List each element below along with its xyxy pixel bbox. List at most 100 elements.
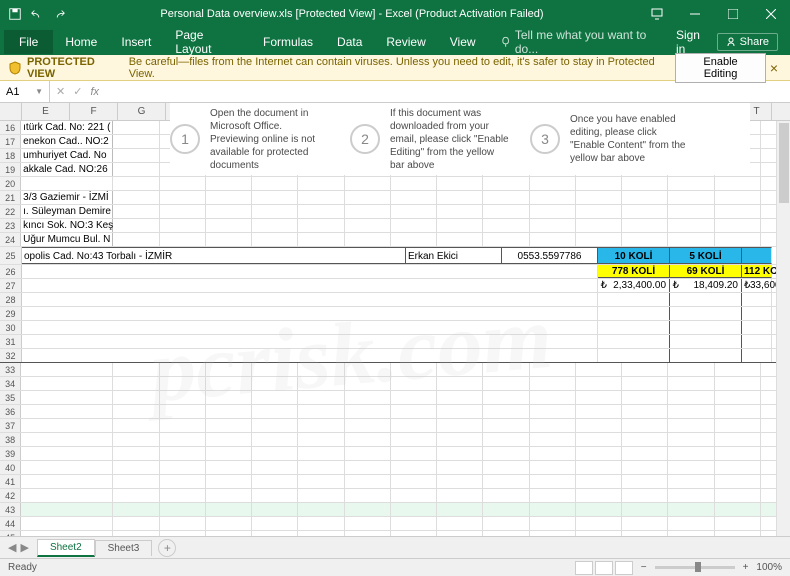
cell[interactable] bbox=[252, 363, 298, 376]
cell[interactable] bbox=[21, 517, 113, 530]
cell[interactable] bbox=[206, 377, 252, 390]
sheet-tab-2[interactable]: Sheet2 bbox=[37, 539, 95, 557]
cell[interactable] bbox=[391, 363, 437, 376]
cell[interactable] bbox=[21, 447, 113, 460]
cell[interactable] bbox=[252, 219, 298, 232]
cell[interactable] bbox=[345, 205, 391, 218]
tab-view[interactable]: View bbox=[438, 30, 488, 54]
cell[interactable] bbox=[622, 447, 668, 460]
cell[interactable]: ₺ bbox=[670, 279, 682, 292]
cell[interactable] bbox=[530, 205, 576, 218]
cell[interactable] bbox=[345, 489, 391, 502]
cell[interactable] bbox=[483, 391, 529, 404]
cell[interactable] bbox=[670, 293, 742, 306]
cell[interactable] bbox=[21, 405, 113, 418]
cell[interactable] bbox=[742, 307, 772, 320]
cell[interactable] bbox=[113, 121, 159, 134]
cell[interactable] bbox=[113, 405, 159, 418]
cell[interactable] bbox=[742, 321, 772, 334]
row-header[interactable]: 25 bbox=[0, 247, 22, 264]
cell[interactable] bbox=[113, 517, 159, 530]
row-header[interactable]: 24 bbox=[0, 233, 21, 246]
cell[interactable] bbox=[668, 433, 714, 446]
col-header[interactable]: F bbox=[70, 103, 118, 120]
cell[interactable] bbox=[160, 517, 206, 530]
cell[interactable] bbox=[483, 177, 529, 190]
cell[interactable] bbox=[113, 377, 159, 390]
cell[interactable] bbox=[345, 177, 391, 190]
cell[interactable] bbox=[622, 377, 668, 390]
cell[interactable] bbox=[715, 517, 761, 530]
cell[interactable] bbox=[715, 219, 761, 232]
cell[interactable] bbox=[715, 447, 761, 460]
cell[interactable] bbox=[437, 191, 483, 204]
cell[interactable] bbox=[715, 191, 761, 204]
cell[interactable] bbox=[160, 475, 206, 488]
cell[interactable] bbox=[252, 419, 298, 432]
cell[interactable] bbox=[483, 489, 529, 502]
cell[interactable] bbox=[21, 377, 113, 390]
cell[interactable] bbox=[345, 377, 391, 390]
cell[interactable] bbox=[113, 219, 159, 232]
cell[interactable] bbox=[530, 433, 576, 446]
cell[interactable] bbox=[21, 489, 113, 502]
cell[interactable] bbox=[21, 503, 113, 516]
row-header[interactable]: 23 bbox=[0, 219, 21, 232]
cell[interactable] bbox=[391, 233, 437, 246]
cell[interactable] bbox=[668, 475, 714, 488]
cell[interactable] bbox=[668, 363, 714, 376]
row-header[interactable]: 38 bbox=[0, 433, 21, 446]
cell[interactable] bbox=[206, 233, 252, 246]
row-header[interactable]: 41 bbox=[0, 475, 21, 488]
cell[interactable] bbox=[160, 219, 206, 232]
cell[interactable] bbox=[437, 377, 483, 390]
cell[interactable] bbox=[742, 293, 772, 306]
cell[interactable] bbox=[21, 363, 113, 376]
cell[interactable] bbox=[22, 279, 598, 292]
tab-insert[interactable]: Insert bbox=[109, 30, 163, 54]
cell[interactable]: enekon Cad.. NO:2 bbox=[21, 135, 113, 148]
row-header[interactable]: 17 bbox=[0, 135, 21, 148]
zoom-out-icon[interactable]: − bbox=[641, 562, 647, 573]
tab-nav[interactable]: ◀ ▶ bbox=[0, 541, 37, 554]
cell[interactable] bbox=[437, 177, 483, 190]
cell[interactable]: 18,409.20 bbox=[682, 279, 742, 292]
row-header[interactable]: 31 bbox=[0, 335, 22, 348]
cell[interactable] bbox=[622, 517, 668, 530]
add-sheet-button[interactable]: + bbox=[158, 539, 176, 557]
cell[interactable] bbox=[345, 363, 391, 376]
cell[interactable] bbox=[298, 461, 344, 474]
cell[interactable] bbox=[391, 377, 437, 390]
cell[interactable] bbox=[298, 177, 344, 190]
cell[interactable] bbox=[483, 517, 529, 530]
cell[interactable] bbox=[483, 233, 529, 246]
cell[interactable] bbox=[160, 419, 206, 432]
cell[interactable] bbox=[483, 433, 529, 446]
cell[interactable] bbox=[530, 233, 576, 246]
cell[interactable] bbox=[668, 377, 714, 390]
cell[interactable] bbox=[160, 363, 206, 376]
row-header[interactable]: 21 bbox=[0, 191, 21, 204]
row-header[interactable]: 18 bbox=[0, 149, 21, 162]
cell[interactable] bbox=[22, 321, 598, 334]
cell[interactable] bbox=[345, 405, 391, 418]
cell[interactable] bbox=[483, 205, 529, 218]
cell[interactable] bbox=[715, 377, 761, 390]
cell[interactable] bbox=[576, 475, 622, 488]
sheet-tab-3[interactable]: Sheet3 bbox=[95, 540, 153, 556]
cell[interactable] bbox=[576, 177, 622, 190]
row-header[interactable]: 36 bbox=[0, 405, 21, 418]
cell[interactable] bbox=[391, 475, 437, 488]
row-header[interactable]: 32 bbox=[0, 349, 22, 362]
cell[interactable] bbox=[391, 503, 437, 516]
cell[interactable] bbox=[576, 461, 622, 474]
cell[interactable] bbox=[345, 461, 391, 474]
cell[interactable] bbox=[391, 433, 437, 446]
select-all-corner[interactable] bbox=[0, 103, 22, 120]
cell[interactable] bbox=[206, 191, 252, 204]
col-header[interactable]: G bbox=[118, 103, 166, 120]
cell[interactable] bbox=[530, 177, 576, 190]
tab-home[interactable]: Home bbox=[53, 30, 109, 54]
cell[interactable] bbox=[391, 177, 437, 190]
protected-view-close-icon[interactable]: × bbox=[766, 60, 782, 76]
